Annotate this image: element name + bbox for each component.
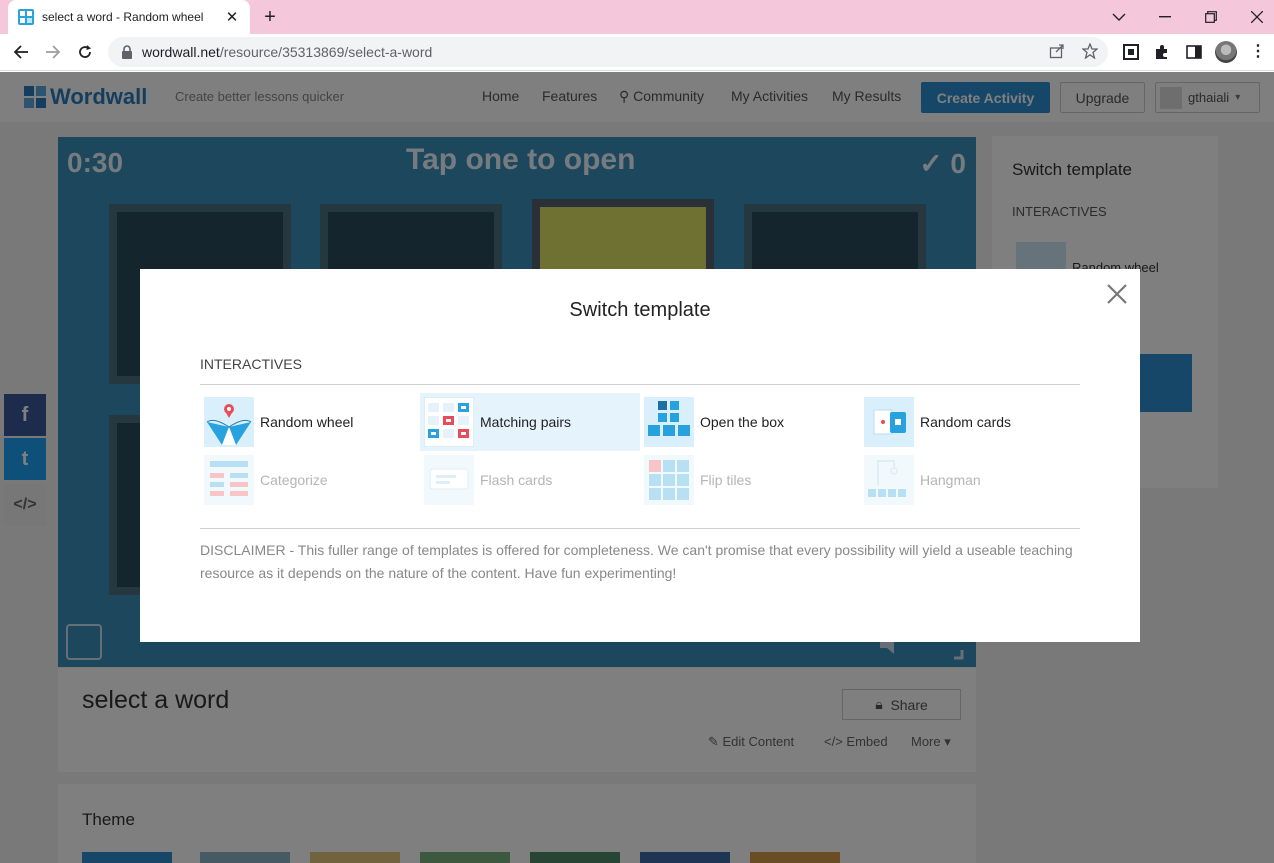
dialog-title: Switch template (569, 299, 711, 321)
side-panel-icon[interactable] (1184, 42, 1204, 62)
new-tab-button[interactable]: + (258, 6, 282, 28)
template-label: Flash cards (480, 472, 553, 488)
flip-tiles-icon (644, 455, 694, 505)
template-open-the-box[interactable]: Open the box (640, 393, 860, 451)
template-label: Random wheel (260, 414, 354, 430)
template-label: Random cards (920, 414, 1012, 430)
categorize-icon (204, 455, 254, 505)
extension-qr-icon[interactable] (1121, 42, 1141, 62)
back-arrow-icon[interactable] (8, 39, 34, 65)
restore-button[interactable] (1188, 0, 1234, 34)
template-matching-pairs[interactable]: Matching pairs (420, 393, 640, 451)
browser-menu-icon[interactable]: ⋮ (1250, 42, 1266, 62)
section-heading: INTERACTIVES (200, 356, 302, 372)
template-label: Hangman (920, 472, 981, 488)
reload-icon[interactable] (72, 39, 98, 65)
address-bar[interactable]: wordwall.net/resource/35313869/select-a-… (108, 37, 1108, 67)
open-the-box-icon (644, 397, 694, 447)
template-flash-cards: Flash cards (420, 451, 640, 509)
share-page-icon[interactable] (1048, 42, 1066, 60)
switch-template-dialog: Switch template INTERACTIVES Random whee… (140, 269, 1140, 642)
template-flip-tiles: Flip tiles (640, 451, 860, 509)
tab-search-chevron-icon[interactable] (1096, 0, 1142, 34)
divider (200, 528, 1080, 529)
extensions-puzzle-icon[interactable] (1152, 42, 1172, 62)
lock-icon (122, 45, 132, 59)
tab-title: select a word - Random wheel (42, 10, 204, 24)
template-hangman: Hangman (860, 451, 1080, 509)
browser-toolbar: wordwall.net/resource/35313869/select-a-… (0, 34, 1274, 71)
browser-tab-strip: select a word - Random wheel ✕ + (0, 0, 1274, 34)
hangman-icon (864, 455, 914, 505)
template-label: Flip tiles (700, 472, 752, 488)
random-cards-icon (864, 397, 914, 447)
minimize-button[interactable] (1142, 0, 1188, 34)
template-random-wheel[interactable]: Random wheel (200, 393, 420, 451)
template-label: Open the box (700, 414, 785, 430)
template-label: Matching pairs (480, 414, 572, 430)
matching-pairs-icon (424, 397, 474, 447)
browser-tab[interactable]: select a word - Random wheel ✕ (8, 0, 250, 34)
divider (200, 384, 1080, 385)
url-path: /resource/35313869/select-a-word (219, 44, 433, 60)
template-categorize: Categorize (200, 451, 420, 509)
tab-close-icon[interactable]: ✕ (224, 8, 240, 26)
close-icon[interactable] (1104, 281, 1130, 307)
profile-avatar[interactable] (1215, 41, 1237, 63)
template-random-cards[interactable]: Random cards (860, 393, 1080, 451)
wordwall-favicon-icon (18, 9, 34, 25)
forward-arrow-icon[interactable] (40, 39, 66, 65)
url-host: wordwall.net (142, 44, 220, 60)
close-window-button[interactable] (1234, 0, 1274, 34)
disclaimer-text: DISCLAIMER - This fuller range of templa… (200, 542, 1073, 581)
bookmark-star-icon[interactable] (1081, 42, 1099, 60)
template-label: Categorize (260, 472, 328, 488)
flash-cards-icon (424, 455, 474, 505)
random-wheel-icon (204, 397, 254, 447)
